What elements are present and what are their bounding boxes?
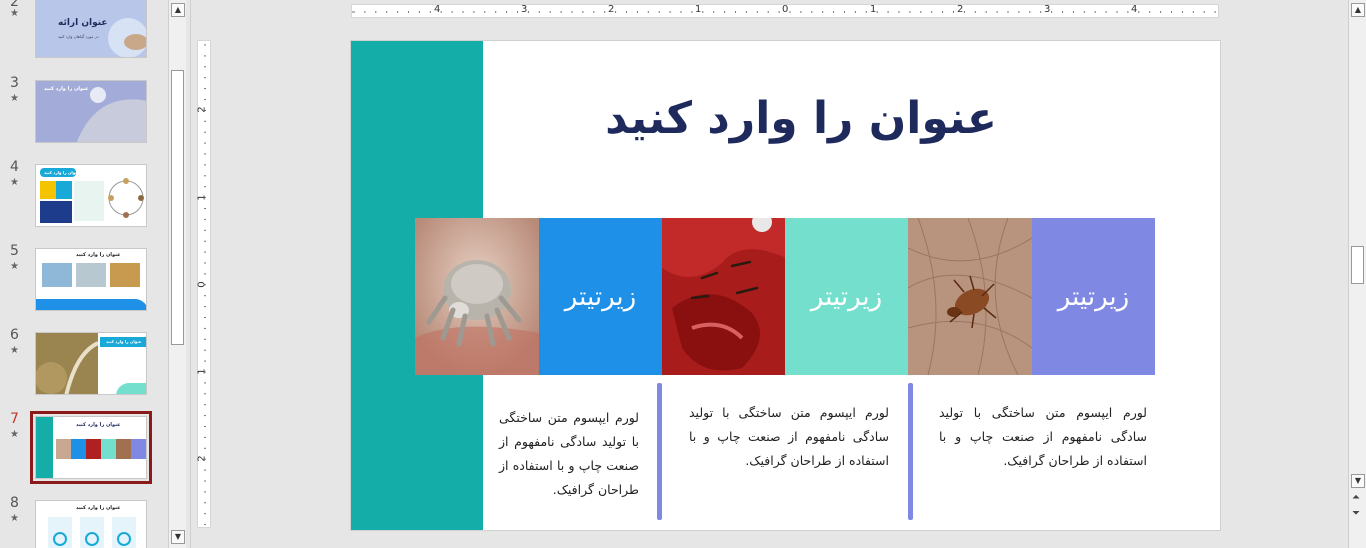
description-text[interactable]: لورم ایپسوم متن ساختگی با تولید سادگی نا… <box>939 401 1147 473</box>
scroll-up-button[interactable]: ▲ <box>1351 3 1365 17</box>
slide-thumbnail-8[interactable]: عنوان را وارد کنید <box>35 500 147 548</box>
slide-area-scrollbar[interactable]: ▲ ▼ ⏶ ⏷ <box>1348 0 1366 548</box>
thumbnail-shape <box>116 383 146 394</box>
animation-star-icon: ★ <box>10 429 19 440</box>
ruler-label: 1 <box>695 4 702 15</box>
scroll-up-button[interactable]: ▲ <box>171 3 185 17</box>
bug-image <box>908 218 1032 375</box>
slide-thumbnail-panel: 2 ★ عنوان ارائه در مورد گیاهان وارد کنید… <box>0 0 168 548</box>
animation-star-icon: ★ <box>10 177 19 188</box>
ruler-label: 1 <box>196 194 208 201</box>
subtitle-tile-blue[interactable]: زیرتیتر <box>539 218 662 375</box>
tissue-photo[interactable] <box>662 218 786 375</box>
animation-star-icon: ★ <box>10 345 19 356</box>
slide-canvas[interactable]: عنوان را وارد کنید زیرتیتر زیرتیتر زیرتی… <box>350 40 1221 531</box>
subtitle-tile-mint[interactable]: زیرتیتر <box>785 218 908 375</box>
thumbnail-shape <box>36 417 53 478</box>
previous-slide-icon[interactable]: ⏶ <box>1352 492 1360 503</box>
description-text[interactable]: لورم ایپسوم متن ساختگی با تولید سادگی نا… <box>499 406 639 502</box>
slide-thumbnail-6[interactable]: عنوان را وارد کنید <box>35 332 147 395</box>
subtitle-label: زیرتیتر <box>810 281 883 312</box>
ruler-label: 1 <box>870 4 877 15</box>
thumbnail-shape <box>131 439 146 459</box>
subtitle-tile-periwinkle[interactable]: زیرتیتر <box>1032 218 1155 375</box>
slide-thumbnail-5[interactable]: عنوان را وارد کنید <box>35 248 147 311</box>
slide-thumbnail-3[interactable]: عنوان را وارد کنید <box>35 80 147 143</box>
thumbnail-title: عنوان را وارد کنید <box>76 422 121 428</box>
thumbnail-shape <box>40 181 56 199</box>
ruler-label: 0 <box>196 281 208 288</box>
animation-star-icon: ★ <box>10 513 19 524</box>
slide-thumbnail-7[interactable]: عنوان را وارد کنید <box>30 411 152 484</box>
mite-photo[interactable] <box>415 218 539 375</box>
slide-editing-area: 4 3 2 1 0 1 2 3 4 2 1 0 1 2 عنوان را وار… <box>190 0 1340 548</box>
thumbnail-title: عنوان ارائه <box>58 18 108 28</box>
vertical-ruler: 2 1 0 1 2 <box>197 40 211 528</box>
thumbnail-number-6: 6 <box>10 327 19 343</box>
ruler-label: 3 <box>1044 4 1051 15</box>
thumbnail-graphic <box>53 532 131 546</box>
thumbnail-shape <box>71 439 86 459</box>
thumbnail-shape <box>116 439 131 459</box>
thumbnail-number-3: 3 <box>10 75 19 91</box>
thumbnail-shape <box>56 181 72 199</box>
column-divider <box>657 383 662 520</box>
thumbnail-shape <box>76 263 106 287</box>
thumbnail-graphic <box>108 18 146 57</box>
scroll-down-button[interactable]: ▼ <box>171 530 185 544</box>
ruler-label: 2 <box>957 4 964 15</box>
animation-star-icon: ★ <box>10 8 19 19</box>
ruler-label: 2 <box>608 4 615 15</box>
thumbnail-title: عنوان را وارد کنید <box>76 252 121 258</box>
next-slide-icon[interactable]: ⏷ <box>1352 508 1360 519</box>
thumbnail-title: عنوان را وارد کنید <box>106 339 142 344</box>
ruler-label: 4 <box>434 4 441 15</box>
ruler-label: 1 <box>196 368 208 375</box>
ruler-label: 3 <box>521 4 528 15</box>
thumbnail-shape <box>110 263 140 287</box>
bug-photo[interactable] <box>908 218 1032 375</box>
subtitle-label: زیرتیتر <box>564 281 637 312</box>
animation-star-icon: ★ <box>10 261 19 272</box>
thumbnail-shape <box>101 439 116 459</box>
scroll-down-button[interactable]: ▼ <box>1351 474 1365 488</box>
thumbnail-shape <box>42 263 72 287</box>
thumbnail-graphic <box>36 341 98 394</box>
thumbnail-graphic <box>108 178 144 218</box>
animation-star-icon: ★ <box>10 93 19 104</box>
scrollbar-thumb[interactable] <box>1351 246 1364 284</box>
presentation-editor: 2 ★ عنوان ارائه در مورد گیاهان وارد کنید… <box>0 0 1366 548</box>
ruler-label: 4 <box>1131 4 1138 15</box>
thumbnail-shape <box>74 181 104 221</box>
thumbnail-number-7: 7 <box>10 411 19 427</box>
ruler-label: 0 <box>782 4 789 15</box>
thumbnail-shape <box>86 439 101 459</box>
subtitle-label: زیرتیتر <box>1057 281 1130 312</box>
ruler-label: 2 <box>196 455 208 462</box>
tissue-image <box>662 218 786 375</box>
thumbnail-scrollbar[interactable]: ▲ ▼ <box>168 0 186 548</box>
thumbnail-number-8: 8 <box>10 495 19 511</box>
slide-title[interactable]: عنوان را وارد کنید <box>551 93 1051 144</box>
thumbnail-shape <box>36 299 146 310</box>
description-text[interactable]: لورم ایپسوم متن ساختگی با تولید سادگی نا… <box>689 401 889 473</box>
horizontal-ruler: 4 3 2 1 0 1 2 3 4 <box>351 4 1219 18</box>
thumbnail-shape <box>40 201 72 223</box>
mite-image <box>415 218 539 375</box>
thumbnail-number-4: 4 <box>10 159 19 175</box>
slide-thumbnail-2[interactable]: عنوان ارائه در مورد گیاهان وارد کنید <box>35 0 147 58</box>
thumbnail-shape <box>56 439 71 459</box>
slide-thumbnail-4[interactable]: عنوان را وارد کنید <box>35 164 147 227</box>
thumbnail-subtitle: در مورد گیاهان وارد کنید <box>58 34 99 39</box>
thumbnail-title: عنوان را وارد کنید <box>44 86 89 92</box>
thumbnail-number-5: 5 <box>10 243 19 259</box>
thumbnail-title: عنوان را وارد کنید <box>44 170 80 175</box>
ruler-label: 2 <box>196 106 208 113</box>
column-divider <box>908 383 913 520</box>
scrollbar-thumb[interactable] <box>171 70 184 345</box>
